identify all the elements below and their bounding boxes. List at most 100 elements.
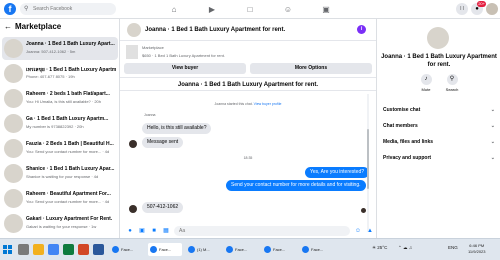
conversation-preview: You: Send your contact number for more..… [26, 149, 110, 154]
details-thumbnail [427, 27, 449, 49]
sender-name: Joanna [144, 113, 156, 117]
weather-widget[interactable]: ☀ 25°C [372, 245, 387, 251]
top-bar: f ⚲ ⌂ ▶ □ ☺ ▣ ∷ ● 20+ [0, 0, 500, 19]
media-files-links-section[interactable]: Media, files and links ⌄ [383, 137, 495, 147]
pinned-listing-title: Joanna · 1 Bed 1 Bath Luxury Apartment f… [120, 77, 376, 91]
chat-scrollbar-thumb[interactable] [367, 129, 369, 189]
marketplace-icon[interactable]: □ [244, 4, 256, 15]
more-options-button[interactable]: More Options [250, 63, 372, 74]
conversation-preview: Phone: 407-677 8075 · 19h [26, 74, 75, 79]
sender-avatar [129, 140, 137, 148]
conversation-preview: Joanna: 507-412-1062 · 5m [26, 49, 76, 54]
chat-title[interactable]: Joanna · 1 Bed 1 Bath Luxury Apartment f… [145, 27, 285, 33]
conversation-title: Shanice · 1 Bed 1 Bath Luxury Apar... [26, 166, 115, 172]
listing-thumbnail [4, 89, 23, 108]
conversation-item[interactable]: Joanna · 1 Bed 1 Bath Luxury Apart... Jo… [2, 37, 118, 60]
search-taskbar-icon[interactable] [18, 244, 29, 255]
emoji-icon[interactable]: ☺ [354, 227, 362, 235]
like-icon[interactable]: ▲ [366, 227, 374, 235]
marketplace-header: ← Marketplace [4, 22, 62, 31]
search-input[interactable] [33, 3, 113, 15]
taskbar-tab[interactable]: Face... [110, 243, 144, 256]
gif-icon[interactable]: ▦ [162, 227, 170, 235]
conversation-title: Gakari · Luxury Apartment For Rent. [26, 216, 113, 222]
mute-action[interactable]: ♪ Mute [413, 74, 439, 92]
menu-grid-icon[interactable]: ∷ [456, 3, 468, 15]
mute-label: Mute [421, 87, 431, 92]
bell-icon: ♪ [420, 74, 432, 85]
conversation-item[interactable]: Fauzia · 2 Beds 1 Bath | Beautiful H... … [2, 137, 118, 160]
conversation-item[interactable]: Gakari · Luxury Apartment For Rent. Gaka… [2, 212, 118, 235]
listing-thumbnail [4, 39, 23, 58]
file-explorer-icon[interactable] [33, 244, 44, 255]
search-label: Search [445, 87, 459, 92]
windows-taskbar: Face... Face... (1) M... Face... Face...… [0, 238, 500, 260]
view-buyer-button[interactable]: View buyer [124, 63, 246, 74]
search-action[interactable]: ⚲ Search [439, 74, 465, 92]
facebook-logo[interactable]: f [4, 3, 16, 15]
conversation-item[interactable]: Raheem · Beautiful Apartment For... You:… [2, 187, 118, 210]
taskbar-tab[interactable]: Face... [300, 243, 334, 256]
image-icon[interactable]: ▣ [138, 227, 146, 235]
notification-badge: 20+ [477, 1, 486, 7]
view-buyer-profile-link[interactable]: View buyer profile [254, 102, 282, 106]
chat-details-pane: Joanna · 1 Bed 1 Bath Luxury Apartment f… [376, 19, 500, 238]
message-composer: ● ▣ ■ ▦ ☺ ▲ [120, 224, 376, 238]
language-indicator[interactable]: ENG [448, 245, 458, 250]
sticker-icon[interactable]: ■ [150, 227, 158, 235]
taskbar-tab-active[interactable]: Face... [148, 243, 182, 256]
chrome-icon[interactable] [48, 244, 59, 255]
excel-icon[interactable] [63, 244, 74, 255]
conversation-preview: You: Hi Umaiia, is this still available?… [26, 99, 101, 104]
privacy-support-section[interactable]: Privacy and support ⌄ [383, 153, 495, 163]
tray-icons[interactable]: ⌃ ☁ ♫ [398, 245, 412, 251]
clock[interactable]: 6:46 PM 11/9/2023 [468, 243, 486, 255]
word-icon[interactable] [93, 244, 104, 255]
taskbar-tab[interactable]: (1) M... [186, 243, 220, 256]
message-input[interactable] [174, 226, 350, 236]
notifications-icon[interactable]: ● 20+ [471, 1, 486, 15]
video-icon[interactable]: ▶ [206, 4, 218, 15]
chat-header: Joanna · 1 Bed 1 Bath Luxury Apartment f… [120, 19, 376, 41]
listing-price-title: $650 · 1 Bed 1 Bath Luxury Apartment for… [142, 53, 225, 58]
start-button[interactable] [3, 245, 12, 254]
conversation-item[interactable]: Raheem · 2 beds 1 bath Flat/apart... You… [2, 87, 118, 110]
chat-started-note: Joanna started this chat. View buyer pro… [214, 102, 282, 106]
app-icon[interactable] [78, 244, 89, 255]
incoming-message: 507-412-1062 [142, 202, 184, 213]
listing-source: Marketplace [142, 45, 164, 50]
conversation-item[interactable]: เทรเลขุย · 1 Bed 1 Bath Luxury Apartm...… [2, 62, 118, 85]
chat-pane: Joanna · 1 Bed 1 Bath Luxury Apartment f… [120, 19, 376, 238]
message-timestamp: 18:35 [243, 156, 253, 160]
taskbar-tab[interactable]: Face... [262, 243, 296, 256]
back-arrow-icon[interactable]: ← [4, 22, 12, 31]
profile-avatar[interactable] [486, 3, 498, 15]
listing-thumbnail [4, 64, 23, 83]
taskbar-tab[interactable]: Face... [224, 243, 258, 256]
search-icon: ⚲ [24, 6, 29, 12]
conversation-item[interactable]: Ga · 1 Bed 1 Bath Luxury Apartm... My nu… [2, 112, 118, 135]
incoming-message: Hello, is this still available? [142, 123, 212, 134]
conversation-title: Raheem · 2 beds 1 bath Flat/apart... [26, 91, 110, 97]
conversation-preview: Shanice is waiting for your response · 4… [26, 174, 99, 179]
conversation-title: Joanna · 1 Bed 1 Bath Luxury Apart... [26, 41, 115, 47]
info-icon[interactable]: i [357, 25, 366, 34]
chat-members-section[interactable]: Chat members ⌄ [383, 121, 495, 131]
chevron-down-icon: ⌄ [490, 155, 495, 161]
conversation-title: Ga · 1 Bed 1 Bath Luxury Apartm... [26, 116, 109, 122]
gaming-icon[interactable]: ▣ [320, 4, 332, 15]
search-box[interactable]: ⚲ [20, 3, 116, 15]
listing-thumbnail [4, 164, 23, 183]
outgoing-message: Yes, Are you interested? [305, 167, 370, 178]
listing-thumbnail [4, 139, 23, 158]
chat-thumbnail [127, 23, 141, 37]
conversation-item[interactable]: Shanice · 1 Bed 1 Bath Luxury Apar... Sh… [2, 162, 118, 185]
conversation-title: Raheem · Beautiful Apartment For... [26, 191, 111, 197]
customise-chat-section[interactable]: Customise chat ⌄ [383, 105, 495, 115]
listing-thumbnail [4, 114, 23, 133]
conversation-preview: Gakari is waiting for your response · 1w [26, 224, 97, 229]
chevron-down-icon: ⌄ [490, 139, 495, 145]
home-icon[interactable]: ⌂ [168, 4, 180, 15]
microphone-icon[interactable]: ● [126, 227, 134, 235]
groups-icon[interactable]: ☺ [282, 4, 294, 15]
